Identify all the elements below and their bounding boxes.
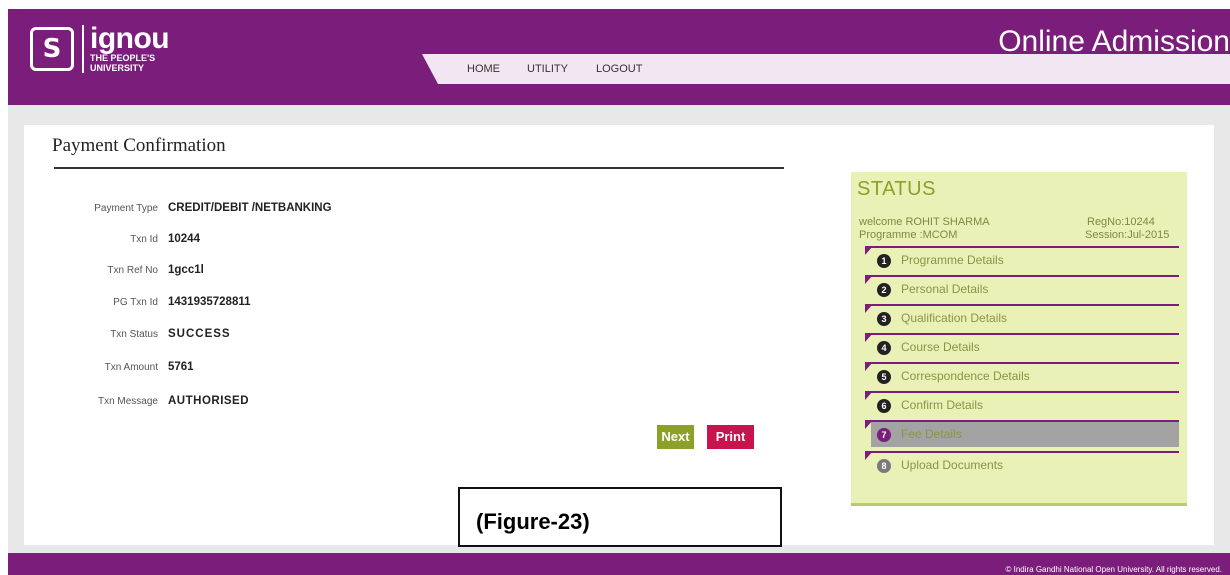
step-8-icon: 8 [877,459,891,473]
status-item-label: Fee Details [901,427,962,441]
txn-message-row: Txn Message AUTHORISED [24,393,624,413]
step-3-icon: 3 [877,312,891,326]
figure-caption-box: (Figure-23) [458,487,782,547]
step-6-icon: 6 [877,399,891,413]
txn-ref-value: 1gcc1l [168,264,204,276]
status-item-course[interactable]: 4 Course Details [865,333,1179,360]
pg-txn-id-row: PG Txn Id 1431935728811 [24,294,624,314]
item-marker [865,333,873,342]
item-marker [865,246,873,255]
txn-message-label: Txn Message [97,396,158,407]
ignou-logo[interactable]: S ignou THE PEOPLE'S UNIVERSITY [30,21,170,77]
status-item-label: Personal Details [901,282,989,296]
txn-amount-label: Txn Amount [104,362,158,373]
status-item-label: Confirm Details [901,398,984,412]
status-item-upload[interactable]: 8 Upload Documents [865,451,1179,478]
status-item-programme[interactable]: 1 Programme Details [865,246,1179,273]
pg-txn-id-value: 1431935728811 [168,296,251,308]
item-marker [865,451,873,460]
figure-caption: (Figure-23) [476,509,590,534]
item-marker [865,420,873,429]
logo-subtitle-2: UNIVERSITY [90,63,145,73]
txn-ref-label: Txn Ref No [107,265,158,276]
footer-copyright: © Indira Gandhi National Open University… [1005,565,1222,574]
status-panel: STATUS welcome ROHIT SHARMA RegNo:10244 … [851,172,1187,506]
txn-id-value: 10244 [168,233,200,245]
payment-title: Payment Confirmation [52,135,226,156]
status-item-confirm[interactable]: 6 Confirm Details [865,391,1179,418]
item-marker [865,391,873,400]
welcome-text: welcome ROHIT SHARMA [859,216,990,228]
pg-txn-id-label: PG Txn Id [113,297,158,308]
reg-no: RegNo:10244 [1087,216,1155,228]
step-4-icon: 4 [877,341,891,355]
txn-ref-row: Txn Ref No 1gcc1l [24,262,624,282]
status-item-correspondence[interactable]: 5 Correspondence Details [865,362,1179,389]
step-1-icon: 1 [877,254,891,268]
status-item-label: Course Details [901,340,980,354]
title-divider [54,167,784,169]
top-strip [0,0,1230,9]
txn-message-value: AUTHORISED [168,395,250,407]
txn-amount-value: 5761 [168,361,194,373]
status-item-fee[interactable]: 7 Fee Details [865,420,1179,447]
status-title: STATUS [857,178,936,200]
status-item-label: Upload Documents [901,458,1004,472]
nav-utility-link[interactable]: UTILITY [527,54,568,84]
status-item-qualification[interactable]: 3 Qualification Details [865,304,1179,331]
status-item-label: Qualification Details [901,311,1008,325]
status-item-personal[interactable]: 2 Personal Details [865,275,1179,302]
ignou-emblem-icon: S [30,27,74,71]
item-marker [865,362,873,371]
logo-text: ignou THE PEOPLE'S UNIVERSITY [82,22,170,73]
print-button[interactable]: Print [707,425,754,449]
item-marker [865,304,873,313]
session-text: Session:Jul-2015 [1085,229,1170,241]
item-marker [865,275,873,284]
status-item-label: Programme Details [901,253,1004,267]
txn-status-row: Txn Status SUCCESS [24,326,624,346]
step-5-icon: 5 [877,370,891,384]
next-button[interactable]: Next [657,425,694,449]
programme-text: Programme :MCOM [859,229,958,241]
txn-id-label: Txn Id [130,234,158,245]
header-bar: S ignou THE PEOPLE'S UNIVERSITY Online A… [8,9,1230,105]
nav-home-link[interactable]: HOME [467,54,500,84]
nav-logout-link[interactable]: LOGOUT [596,54,642,84]
logo-name: ignou [90,22,170,55]
txn-status-label: Txn Status [110,329,158,340]
step-2-icon: 2 [877,283,891,297]
payment-type-value: CREDIT/DEBIT /NETBANKING [168,202,332,214]
txn-status-value: SUCCESS [168,328,231,340]
footer-bar: © Indira Gandhi National Open University… [8,553,1230,575]
step-7-icon: 7 [877,428,891,442]
txn-id-row: Txn Id 10244 [24,231,624,251]
txn-amount-row: Txn Amount 5761 [24,359,624,379]
payment-type-label: Payment Type [94,203,158,214]
nav-bar: HOME UTILITY LOGOUT [422,54,1230,84]
payment-type-row: Payment Type CREDIT/DEBIT /NETBANKING [24,200,624,220]
status-item-label: Correspondence Details [901,369,1030,383]
